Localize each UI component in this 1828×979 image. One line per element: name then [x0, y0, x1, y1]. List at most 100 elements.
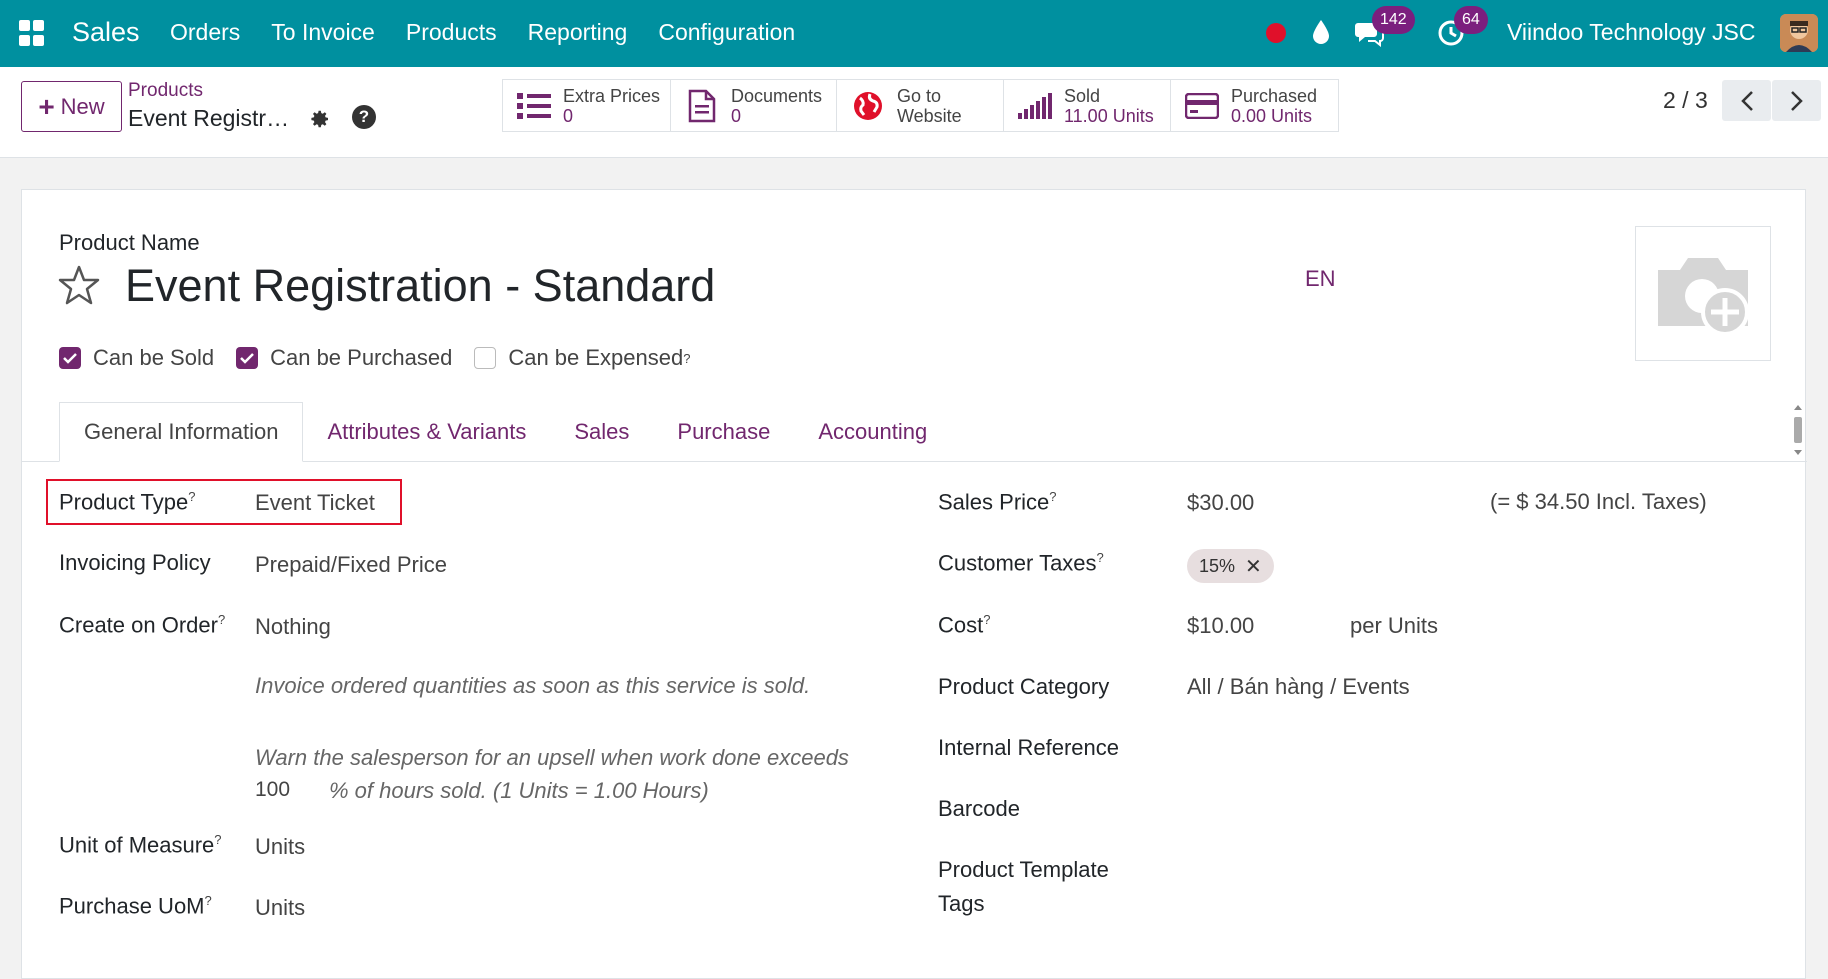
- extra-prices-value: 0: [563, 105, 574, 126]
- menu-orders[interactable]: Orders: [170, 19, 240, 46]
- customer-taxes-label: Customer Taxes?: [938, 550, 1104, 576]
- go-to-website-button[interactable]: Go to Website: [837, 80, 1004, 131]
- help-tooltip-icon[interactable]: ?: [205, 893, 212, 908]
- purchased-value: 0.00 Units: [1231, 105, 1313, 126]
- help-tooltip-icon[interactable]: ?: [218, 612, 225, 627]
- help-tooltip-icon[interactable]: ?: [214, 832, 221, 847]
- uom-select[interactable]: Units: [255, 834, 305, 860]
- can-be-sold-label: Can be Sold: [93, 345, 215, 370]
- cost-label-text: Cost: [938, 612, 984, 638]
- help-tooltip-icon[interactable]: ?: [188, 489, 195, 504]
- checkbox-unchecked-icon: [474, 347, 497, 369]
- product-flags: Can be Sold Can be Purchased Can be Expe…: [59, 345, 712, 371]
- invoicing-hint: Invoice ordered quantities as soon as th…: [255, 673, 811, 698]
- cost-input[interactable]: $10.00: [1187, 613, 1254, 639]
- menu-products[interactable]: Products: [406, 19, 497, 46]
- invoicing-policy-label: Invoicing Policy: [59, 550, 211, 575]
- tab-attributes-variants[interactable]: Attributes & Variants: [303, 402, 550, 462]
- company-switcher[interactable]: Viindoo Technology JSC: [1507, 19, 1756, 46]
- star-icon[interactable]: [58, 264, 100, 306]
- can-be-expensed-checkbox[interactable]: Can be Expensed?: [474, 345, 690, 371]
- checkbox-checked-icon: [236, 347, 259, 369]
- sales-price-label-text: Sales Price: [938, 489, 1050, 515]
- purchase-uom-label-text: Purchase UoM: [59, 893, 205, 919]
- activities-badge: 64: [1454, 6, 1488, 34]
- product-type-select[interactable]: Event Ticket: [255, 490, 375, 516]
- sales-price-label: Sales Price?: [938, 489, 1057, 515]
- product-image[interactable]: [1635, 226, 1771, 361]
- tab-general-information[interactable]: General Information: [59, 402, 304, 462]
- tab-sales[interactable]: Sales: [550, 402, 653, 462]
- product-type-label-text: Product Type: [59, 489, 189, 515]
- gear-icon[interactable]: [307, 107, 331, 131]
- globe-icon: [851, 89, 885, 123]
- create-on-order-label-text: Create on Order: [59, 612, 218, 638]
- product-category-select[interactable]: All / Bán hàng / Events: [1187, 674, 1410, 700]
- sold-label: Sold: [1064, 85, 1101, 106]
- new-button-label: New: [60, 93, 105, 119]
- help-tooltip-icon[interactable]: ?: [1097, 550, 1104, 565]
- extra-prices-button[interactable]: Extra Prices 0: [503, 80, 671, 131]
- website-label-2: Website: [897, 105, 962, 126]
- breadcrumb-current: Event Registration - Standard: [128, 105, 300, 131]
- purchase-uom-select[interactable]: Units: [255, 895, 305, 921]
- new-button[interactable]: + New: [21, 81, 122, 132]
- documents-label: Documents: [731, 85, 823, 106]
- credit-card-icon: [1185, 89, 1219, 123]
- can-be-purchased-label: Can be Purchased: [270, 345, 453, 370]
- list-icon: [517, 89, 551, 123]
- website-label-1: Go to: [897, 85, 942, 106]
- menu-reporting[interactable]: Reporting: [528, 19, 628, 46]
- cost-unit: per Units: [1350, 613, 1439, 638]
- chevron-right-icon: [1790, 90, 1803, 111]
- app-brand[interactable]: Sales: [72, 17, 140, 48]
- purchased-button[interactable]: Purchased 0.00 Units: [1171, 80, 1338, 131]
- help-icon[interactable]: ?: [352, 105, 376, 129]
- language-button[interactable]: EN: [1305, 266, 1336, 292]
- menu-configuration[interactable]: Configuration: [658, 19, 795, 46]
- tab-purchase[interactable]: Purchase: [653, 402, 794, 462]
- sold-value: 11.00 Units: [1064, 105, 1154, 126]
- remove-tag-icon[interactable]: ✕: [1245, 554, 1262, 579]
- record-icon[interactable]: [1266, 23, 1286, 43]
- menu-to-invoice[interactable]: To Invoice: [271, 19, 375, 46]
- uom-label: Unit of Measure?: [59, 832, 222, 858]
- help-tooltip-icon[interactable]: ?: [1049, 489, 1056, 504]
- pager-value[interactable]: 2 / 3: [1663, 87, 1708, 114]
- can-be-sold-checkbox[interactable]: Can be Sold: [59, 345, 214, 371]
- upsell-threshold-input[interactable]: 100: [255, 778, 290, 802]
- sold-button[interactable]: Sold 11.00 Units: [1004, 80, 1171, 131]
- breadcrumb-products[interactable]: Products: [128, 80, 203, 102]
- tab-accounting[interactable]: Accounting: [794, 402, 951, 462]
- documents-button[interactable]: Documents 0: [671, 80, 837, 131]
- signal-bars-icon: [1018, 89, 1052, 123]
- pager-previous-button[interactable]: [1722, 80, 1771, 121]
- help-tooltip-icon[interactable]: ?: [983, 612, 990, 627]
- purchased-label: Purchased: [1231, 85, 1318, 106]
- tax-tag: 15% ✕: [1187, 549, 1274, 583]
- sales-price-input[interactable]: $30.00: [1187, 490, 1254, 516]
- main-menu: Orders To Invoice Products Reporting Con…: [170, 19, 826, 46]
- purchase-uom-label: Purchase UoM?: [59, 893, 212, 919]
- help-tooltip-icon[interactable]: ?: [683, 351, 690, 366]
- product-name-label: Product Name: [59, 230, 200, 255]
- invoicing-policy-select[interactable]: Prepaid/Fixed Price: [255, 552, 447, 578]
- tabs-scrollbar[interactable]: [1791, 404, 1805, 456]
- product-type-label: Product Type?: [59, 489, 195, 515]
- create-on-order-select[interactable]: Nothing: [255, 614, 331, 640]
- can-be-purchased-checkbox[interactable]: Can be Purchased: [236, 345, 452, 371]
- user-avatar[interactable]: [1780, 14, 1818, 52]
- tax-tag-label: 15%: [1199, 555, 1236, 576]
- notebook-tabs: General Information Attributes & Variant…: [59, 402, 951, 462]
- apps-menu-icon[interactable]: [19, 20, 45, 46]
- customer-taxes-label-text: Customer Taxes: [938, 550, 1097, 576]
- create-on-order-label: Create on Order?: [59, 612, 225, 638]
- drop-icon[interactable]: [1310, 18, 1332, 46]
- internal-reference-label: Internal Reference: [938, 735, 1119, 760]
- product-name-field[interactable]: Event Registration - Standard: [125, 260, 715, 312]
- form-sheet: Product Name Event Registration - Standa…: [21, 189, 1807, 979]
- pager-next-button[interactable]: [1772, 80, 1821, 121]
- smart-buttons: Extra Prices 0 Documents 0 Go to Website So…: [502, 79, 1339, 132]
- can-be-expensed-label: Can be Expensed: [508, 345, 684, 370]
- control-panel: +New Products Event Registration - Stand…: [0, 67, 1828, 158]
